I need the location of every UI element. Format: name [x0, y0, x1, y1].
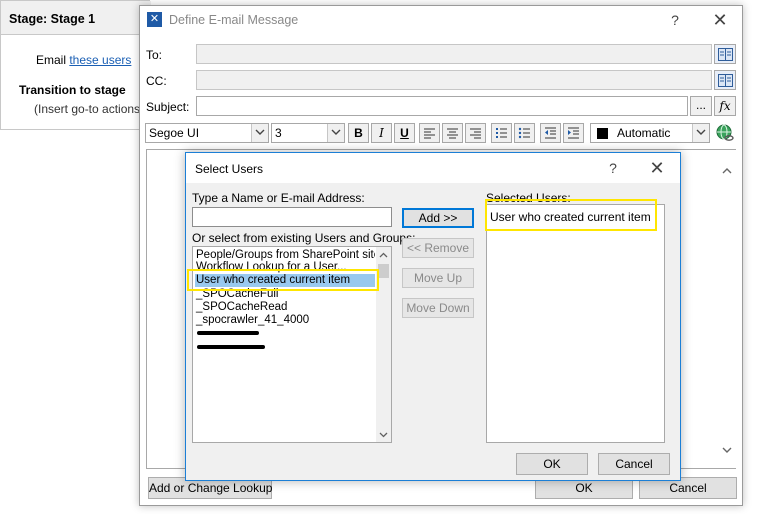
- bullet-list-button[interactable]: [514, 123, 535, 143]
- chevron-down-icon[interactable]: [251, 124, 268, 142]
- chevron-down-icon[interactable]: [376, 427, 391, 442]
- email-close-button[interactable]: ✕: [705, 9, 735, 31]
- selected-users-list[interactable]: User who created current item: [486, 204, 665, 443]
- to-address-book-button[interactable]: [714, 44, 736, 64]
- select-users-cancel-button[interactable]: Cancel: [598, 453, 670, 475]
- body-scrollbar[interactable]: [718, 150, 736, 468]
- add-user-button[interactable]: Add >>: [402, 208, 474, 228]
- cc-field[interactable]: [196, 70, 712, 90]
- email-help-button[interactable]: ?: [660, 9, 690, 31]
- font-family-value: Segoe UI: [149, 126, 200, 140]
- chevron-down-icon[interactable]: [718, 442, 736, 458]
- font-color-select[interactable]: Automatic: [590, 123, 710, 143]
- select-users-title: Select Users: [195, 162, 264, 176]
- subject-field[interactable]: [196, 96, 688, 116]
- indent-icon: [568, 127, 579, 139]
- align-left-button[interactable]: [419, 123, 440, 143]
- subject-label: Subject:: [146, 100, 190, 114]
- select-users-close-button[interactable]: ✕: [642, 157, 672, 179]
- subject-builder-button[interactable]: ...: [690, 96, 712, 116]
- bullet-list-icon: [518, 127, 530, 139]
- these-users-link[interactable]: these users: [69, 53, 131, 67]
- move-up-button[interactable]: Move Up: [402, 268, 474, 288]
- font-size-value: 3: [275, 126, 282, 140]
- to-label: To:: [146, 48, 163, 62]
- list-item[interactable]: _spocrawler_41_4000: [195, 314, 375, 327]
- decrease-indent-button[interactable]: [540, 123, 561, 143]
- highlight-box: [187, 269, 379, 291]
- highlight-box: [485, 199, 657, 231]
- name-email-input[interactable]: [192, 207, 392, 227]
- numbered-list-icon: [496, 128, 507, 138]
- select-users-ok-button[interactable]: OK: [516, 453, 588, 475]
- align-left-icon: [424, 128, 435, 139]
- move-down-button[interactable]: Move Down: [402, 298, 474, 318]
- email-dialog-titlebar[interactable]: ✕ Define E-mail Message ? ✕: [140, 6, 742, 34]
- email-dialog-title: Define E-mail Message: [169, 13, 299, 27]
- italic-button[interactable]: I: [371, 123, 392, 143]
- or-select-label: Or select from existing Users and Groups…: [192, 231, 416, 245]
- chevron-down-icon[interactable]: [327, 124, 344, 142]
- font-size-select[interactable]: 3: [271, 123, 345, 143]
- font-family-select[interactable]: Segoe UI: [145, 123, 269, 143]
- numbered-list-button[interactable]: [491, 123, 512, 143]
- address-book-icon: [718, 48, 733, 61]
- chevron-up-icon[interactable]: [718, 162, 736, 178]
- outdent-icon: [545, 127, 556, 139]
- tools-icon: ✕: [147, 12, 162, 27]
- font-color-value: Automatic: [617, 126, 671, 140]
- transition-placeholder[interactable]: (Insert go-to actions: [34, 102, 140, 116]
- select-users-titlebar[interactable]: Select Users ? ✕: [186, 153, 680, 183]
- align-center-button[interactable]: [442, 123, 463, 143]
- remove-user-button[interactable]: << Remove: [402, 238, 474, 258]
- scrollbar-thumb[interactable]: [378, 264, 389, 278]
- chevron-down-icon[interactable]: [692, 124, 709, 142]
- transition-heading: Transition to stage: [19, 83, 126, 97]
- select-users-help-button[interactable]: ?: [598, 157, 628, 179]
- chevron-up-icon[interactable]: [376, 247, 391, 262]
- redacted-user-entry[interactable]: [197, 345, 265, 349]
- hyperlink-button[interactable]: [714, 123, 736, 143]
- list-item[interactable]: _SPOCacheRead: [195, 301, 375, 314]
- cc-label: CC:: [146, 74, 167, 88]
- redacted-user-entry[interactable]: [197, 331, 259, 335]
- stage-title: Stage: Stage 1: [9, 12, 96, 26]
- bold-button[interactable]: B: [348, 123, 369, 143]
- stage-email-action: Email these users: [36, 53, 131, 67]
- type-name-label: Type a Name or E-mail Address:: [192, 191, 365, 205]
- to-field[interactable]: [196, 44, 712, 64]
- address-book-icon: [718, 74, 733, 87]
- align-right-button[interactable]: [465, 123, 486, 143]
- underline-button[interactable]: U: [394, 123, 415, 143]
- stage-panel: Stage: Stage 1 Email these users Transit…: [0, 0, 151, 130]
- align-right-icon: [470, 128, 481, 139]
- align-center-icon: [447, 128, 458, 139]
- globe-link-icon: [716, 124, 734, 141]
- cc-address-book-button[interactable]: [714, 70, 736, 90]
- increase-indent-button[interactable]: [563, 123, 584, 143]
- subject-function-button[interactable]: fx: [714, 96, 736, 116]
- stage-email-prefix: Email: [36, 53, 70, 67]
- color-swatch: [597, 128, 608, 139]
